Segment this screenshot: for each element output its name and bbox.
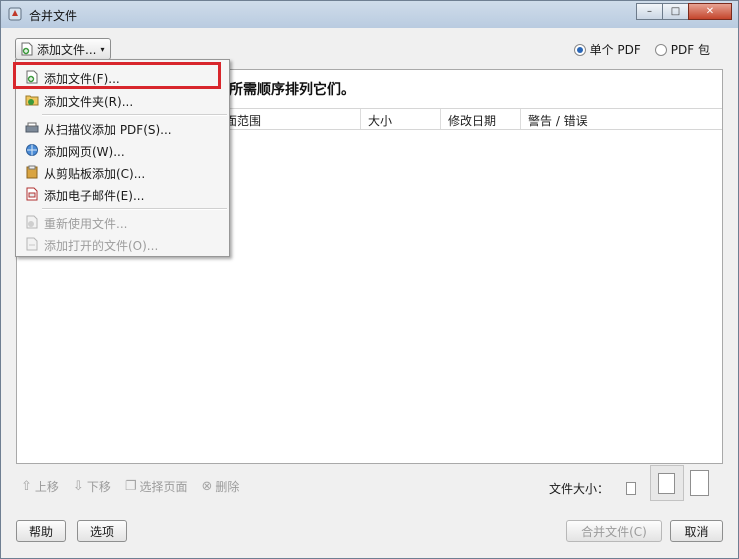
column-header-size[interactable]: 大小 bbox=[368, 112, 392, 129]
title-bar[interactable]: 合并文件 – □ ✕ bbox=[1, 1, 738, 28]
maximize-button[interactable]: □ bbox=[662, 3, 689, 20]
list-toolbar: ⇧ 上移 ⇩ 下移 ❐ 选择页面 ⊗ 删除 bbox=[21, 478, 253, 495]
minimize-button[interactable]: – bbox=[636, 3, 663, 20]
menu-item-clipboard[interactable]: 从剪贴板添加(C)... bbox=[19, 161, 228, 183]
menu-item-label: 添加网页(W)... bbox=[44, 145, 125, 159]
email-icon bbox=[26, 187, 38, 201]
file-size-label: 文件大小： bbox=[549, 482, 610, 496]
move-down-button[interactable]: ⇩ 下移 bbox=[73, 478, 111, 495]
instruction-text: 所需顺序排列它们。 bbox=[229, 82, 355, 98]
menu-item-reuse-files[interactable]: 重新使用文件... bbox=[19, 211, 228, 233]
move-up-button[interactable]: ⇧ 上移 bbox=[21, 478, 59, 495]
menu-item-scanner[interactable]: 从扫描仪添加 PDF(S)... bbox=[19, 117, 228, 139]
menu-item-label: 添加电子邮件(E)... bbox=[44, 189, 145, 203]
large-file-size-icon[interactable] bbox=[690, 470, 709, 496]
arrow-up-icon: ⇧ bbox=[21, 479, 32, 494]
close-button[interactable]: ✕ bbox=[688, 3, 732, 20]
scanner-icon bbox=[25, 122, 39, 133]
pages-icon: ❐ bbox=[124, 479, 137, 494]
menu-item-label: 添加文件夹(R)... bbox=[44, 95, 134, 109]
menu-item-add-folder[interactable]: 添加文件夹(R)... bbox=[19, 89, 228, 111]
small-file-size-icon[interactable] bbox=[626, 482, 636, 495]
chevron-down-icon: ▾ bbox=[100, 44, 105, 54]
acrobat-icon bbox=[8, 7, 22, 21]
delete-label: 删除 bbox=[215, 480, 240, 494]
pdf-package-label[interactable]: PDF 包 bbox=[671, 41, 710, 58]
add-folder-icon bbox=[25, 95, 39, 106]
pdf-package-radio[interactable] bbox=[654, 43, 667, 56]
combine-files-window: 合并文件 – □ ✕ 添加文件... ▾ 单个 PDF PDF 包 所需顺序排列… bbox=[0, 0, 739, 559]
column-header-warnings-errors[interactable]: 警告 / 错误 bbox=[528, 112, 588, 129]
choose-pages-label: 选择页面 bbox=[139, 480, 188, 494]
menu-item-add-open-files[interactable]: 添加打开的文件(O)... bbox=[19, 233, 228, 255]
menu-item-label: 添加打开的文件(O)... bbox=[44, 239, 159, 253]
move-up-label: 上移 bbox=[34, 480, 59, 494]
window-title: 合并文件 bbox=[29, 9, 78, 23]
output-mode-group: 单个 PDF PDF 包 bbox=[573, 41, 710, 58]
cancel-button[interactable]: 取消 bbox=[670, 520, 723, 542]
delete-icon: ⊗ bbox=[201, 479, 213, 494]
menu-item-label: 从扫描仪添加 PDF(S)... bbox=[44, 123, 172, 137]
menu-item-web-page[interactable]: 添加网页(W)... bbox=[19, 139, 228, 161]
highlight-annotation bbox=[13, 62, 221, 89]
choose-pages-button[interactable]: ❐ 选择页面 bbox=[125, 478, 188, 495]
options-button[interactable]: 选项 bbox=[77, 520, 127, 542]
open-files-icon bbox=[26, 237, 38, 251]
add-file-icon bbox=[21, 42, 33, 56]
arrow-down-icon: ⇩ bbox=[72, 479, 84, 494]
medium-file-size-icon[interactable] bbox=[658, 473, 675, 494]
menu-item-label: 从剪贴板添加(C)... bbox=[44, 167, 146, 181]
add-files-label: 添加文件... bbox=[37, 42, 97, 57]
combine-files-button[interactable]: 合并文件(C) bbox=[566, 520, 662, 542]
column-header-page-range[interactable]: 面范围 bbox=[225, 112, 261, 129]
menu-item-email[interactable]: 添加电子邮件(E)... bbox=[19, 183, 228, 205]
add-files-button[interactable]: 添加文件... ▾ bbox=[15, 38, 111, 60]
delete-button[interactable]: ⊗ 删除 bbox=[202, 478, 240, 495]
reuse-files-icon bbox=[26, 215, 38, 229]
web-page-icon bbox=[26, 144, 38, 156]
single-pdf-radio[interactable] bbox=[573, 43, 586, 56]
menu-item-label: 重新使用文件... bbox=[44, 217, 128, 231]
move-down-label: 下移 bbox=[86, 480, 111, 494]
single-pdf-label[interactable]: 单个 PDF bbox=[590, 41, 641, 58]
clipboard-icon bbox=[26, 165, 38, 179]
column-header-modified-date[interactable]: 修改日期 bbox=[448, 112, 496, 129]
help-button[interactable]: 帮助 bbox=[16, 520, 66, 542]
